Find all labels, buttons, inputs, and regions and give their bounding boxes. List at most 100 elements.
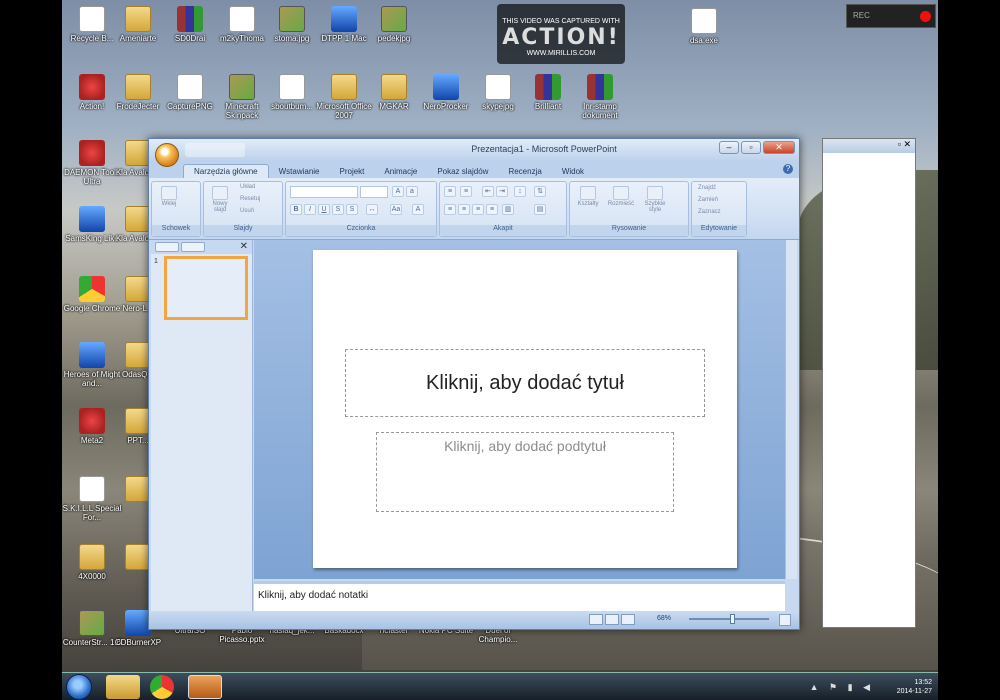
new-slide-button[interactable]: Nowy slajd <box>208 186 232 213</box>
normal-view-button[interactable] <box>589 614 603 625</box>
zoom-slider[interactable] <box>689 618 769 620</box>
game-icon <box>79 408 105 434</box>
fit-to-window-button[interactable] <box>779 614 791 626</box>
tab-design[interactable]: Projekt <box>330 165 375 178</box>
powerpoint-window[interactable]: Prezentacja1 - Microsoft PowerPoint – ▫ … <box>148 138 800 630</box>
tab-insert[interactable]: Wstawianie <box>269 165 330 178</box>
start-button-icon[interactable] <box>66 674 92 700</box>
paste-button[interactable]: Wklej <box>158 186 180 207</box>
replace-button[interactable]: Zamień <box>698 197 718 203</box>
taskbar-chrome-icon[interactable] <box>150 675 174 699</box>
numbering-button[interactable]: ≡ <box>460 186 472 197</box>
spacing-button[interactable]: ↔ <box>366 204 378 215</box>
slide-thumbnail[interactable] <box>164 256 248 320</box>
underline-button[interactable]: U <box>318 204 330 215</box>
desktop-icon[interactable]: Inr-stamp dokument <box>570 74 630 120</box>
slide[interactable]: Kliknij, aby dodać tytuł Kliknij, aby do… <box>313 250 737 568</box>
bullets-button[interactable]: ≡ <box>444 186 456 197</box>
notes-pane[interactable]: Kliknij, aby dodać notatki <box>254 581 785 611</box>
reset-button[interactable]: Resetuj <box>240 196 260 202</box>
clock[interactable]: 13:52 2014-11-27 <box>897 678 932 696</box>
desktop-icon[interactable]: stoma.jpg <box>262 6 322 43</box>
desktop-icon[interactable]: FrodeJecter <box>108 74 168 111</box>
tab-home[interactable]: Narzędzia główne <box>183 164 269 178</box>
panel-tabs: ✕ <box>151 240 252 254</box>
justify-button[interactable]: ≡ <box>486 204 498 215</box>
title-placeholder[interactable]: Kliknij, aby dodać tytuł <box>345 349 705 417</box>
line-spacing-button[interactable]: ↕ <box>514 186 526 197</box>
bold-button[interactable]: B <box>290 204 302 215</box>
align-center-button[interactable]: ≡ <box>458 204 470 215</box>
align-text-button[interactable]: ▤ <box>534 204 546 215</box>
image-icon <box>381 6 407 32</box>
decrease-indent-button[interactable]: ⇤ <box>482 186 494 197</box>
office-button-icon[interactable] <box>155 143 179 167</box>
system-tray-icons[interactable]: ▲ ⚑ ▮ ◀ <box>810 682 874 693</box>
font-name-select[interactable] <box>290 186 358 198</box>
new-slide-icon <box>212 186 228 200</box>
desktop-icon[interactable]: sboutbum... <box>262 74 322 111</box>
grow-font-button[interactable]: A <box>392 186 404 197</box>
group-label: Czcionka <box>286 225 436 236</box>
sorter-view-button[interactable] <box>605 614 619 625</box>
tab-view[interactable]: Widok <box>552 165 594 178</box>
file-icon <box>691 8 717 34</box>
shrink-font-button[interactable]: a <box>406 186 418 197</box>
subtitle-placeholder[interactable]: Kliknij, aby dodać podtytuł <box>376 432 674 512</box>
quick-styles-button[interactable]: Szybkie style <box>640 186 670 213</box>
app-icon <box>433 74 459 100</box>
slideshow-view-button[interactable] <box>621 614 635 625</box>
chrome-icon <box>79 276 105 302</box>
desktop-icon[interactable]: MGKAR <box>364 74 424 111</box>
text-direction-button[interactable]: ⇅ <box>534 186 546 197</box>
window-titlebar[interactable]: Prezentacja1 - Microsoft PowerPoint – ▫ … <box>149 139 799 167</box>
minimize-button[interactable]: – <box>719 141 739 154</box>
background-window-titlebar[interactable]: ▫ ✕ <box>823 139 915 153</box>
shapes-button[interactable]: Kształty <box>574 186 602 207</box>
close-panel-icon[interactable]: ✕ <box>240 241 248 252</box>
desktop-icon[interactable]: pedekjpg <box>364 6 424 43</box>
desktop-icon[interactable]: CapturePNG <box>160 74 220 111</box>
tab-slideshow[interactable]: Pokaz slajdów <box>427 165 498 178</box>
align-right-button[interactable]: ≡ <box>472 204 484 215</box>
delete-button[interactable]: Usuń <box>240 208 254 214</box>
recycle-bin-icon <box>79 6 105 32</box>
zoom-level[interactable]: 68% <box>657 615 671 622</box>
align-left-button[interactable]: ≡ <box>444 204 456 215</box>
zoom-slider-handle[interactable] <box>730 614 735 624</box>
slides-tab[interactable] <box>155 242 179 252</box>
taskbar-explorer-icon[interactable] <box>106 675 140 699</box>
desktop-icon[interactable]: Ameniarte <box>108 6 168 43</box>
layout-button[interactable]: Układ <box>240 184 255 190</box>
italic-button[interactable]: I <box>304 204 316 215</box>
desktop-icon[interactable]: NeroProcker <box>416 74 476 111</box>
file-icon <box>229 6 255 32</box>
close-button[interactable]: ✕ <box>763 141 795 154</box>
vertical-scrollbar[interactable] <box>785 240 797 579</box>
strikethrough-button[interactable]: S <box>332 204 344 215</box>
desktop-icon[interactable]: Brilliant <box>518 74 578 111</box>
change-case-button[interactable]: Aa <box>390 204 402 215</box>
font-color-button[interactable]: A <box>412 204 424 215</box>
taskbar: ▲ ⚑ ▮ ◀ 13:52 2014-11-27 <box>62 672 938 700</box>
find-button[interactable]: Znajdź <box>698 185 716 191</box>
taskbar-powerpoint-icon[interactable] <box>188 675 222 699</box>
action-watermark: THIS VIDEO WAS CAPTURED WITH ACTION! WWW… <box>497 4 625 64</box>
tab-animations[interactable]: Animacje <box>374 165 427 178</box>
maximize-button[interactable]: ▫ <box>741 141 761 154</box>
columns-button[interactable]: ▥ <box>502 204 514 215</box>
recording-widget[interactable]: REC <box>846 4 936 28</box>
outline-tab[interactable] <box>181 242 205 252</box>
help-icon[interactable]: ? <box>783 164 793 174</box>
group-drawing: Kształty Rozmieść Szybkie style Rysowani… <box>569 181 689 237</box>
arrange-button[interactable]: Rozmieść <box>606 186 636 207</box>
background-window[interactable]: ▫ ✕ <box>822 138 916 628</box>
select-button[interactable]: Zaznacz <box>698 209 721 215</box>
desktop-icon[interactable]: SD0Drai <box>160 6 220 43</box>
desktop-icon[interactable]: dsa.exe <box>674 8 734 45</box>
font-size-select[interactable] <box>360 186 388 198</box>
record-icon[interactable] <box>920 11 931 22</box>
increase-indent-button[interactable]: ⇥ <box>496 186 508 197</box>
tab-review[interactable]: Recenzja <box>498 165 551 178</box>
shadow-button[interactable]: S <box>346 204 358 215</box>
